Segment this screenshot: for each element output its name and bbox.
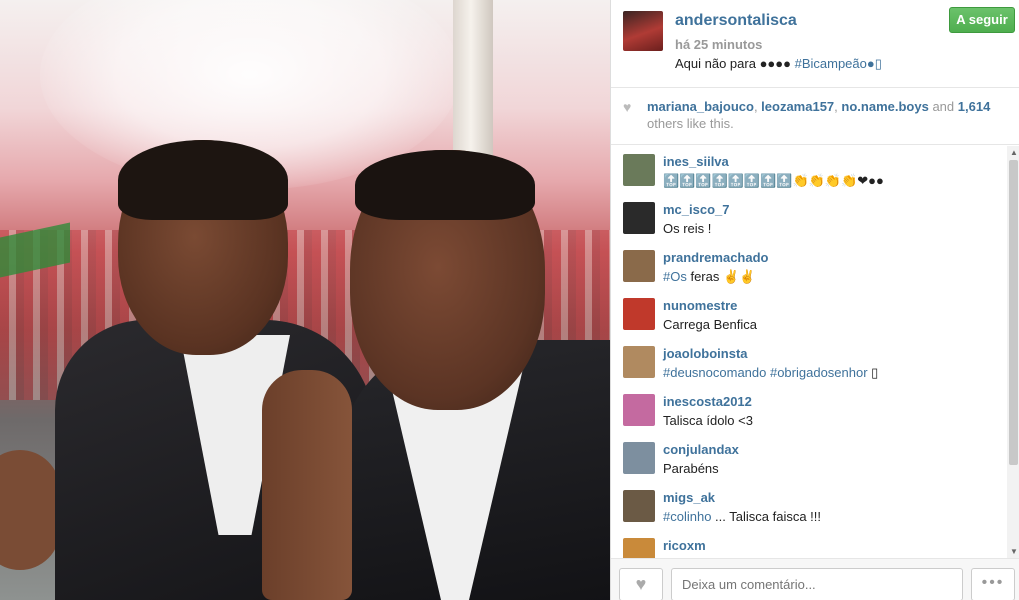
comment-text: Parabéns xyxy=(663,461,719,476)
comment-text: #deusnocomando #obrigadosenhor ▯ xyxy=(663,365,878,381)
commenter-avatar[interactable] xyxy=(623,346,655,378)
comment-body: Carrega Benfica xyxy=(663,317,757,332)
post-header: andersontalisca há 25 minutos Aqui não p… xyxy=(611,0,1019,88)
comments-list: ines_siilva 🔝🔝🔝🔝🔝🔝🔝🔝👏👏👏👏❤●● mc_isco_7 Os re… xyxy=(611,146,1007,558)
likes-count[interactable]: 1,614 xyxy=(958,99,991,114)
comment-body: ▯ xyxy=(867,365,879,380)
comment-body: Parabéns xyxy=(663,461,719,476)
heart-icon: ♥ xyxy=(623,99,632,115)
commenter-username[interactable]: migs_ak xyxy=(663,490,715,505)
commenter-username[interactable]: mc_isco_7 xyxy=(663,202,730,217)
commenter-username[interactable]: prandremachado xyxy=(663,250,768,265)
comment-item: nunomestre Carrega Benfica xyxy=(623,290,1003,338)
comment-item: joaoloboinsta #deusnocomando #obrigadosen… xyxy=(623,338,1003,386)
comment-text: #Os feras ✌✌ xyxy=(663,269,755,285)
comment-item: mc_isco_7 Os reis ! xyxy=(623,194,1003,242)
comment-item: inescosta2012 Talisca ídolo <3 xyxy=(623,386,1003,434)
comment-body: ... Talisca faisca !!! xyxy=(711,509,822,524)
post-caption: Aqui não para ●●●● #Bicampeão●▯ xyxy=(675,56,882,72)
comment-item: ricoxm xyxy=(623,530,1003,558)
commenter-avatar[interactable] xyxy=(623,250,655,282)
photo-left-hand xyxy=(0,450,60,570)
commenter-username[interactable]: conjulandax xyxy=(663,442,739,457)
commenter-avatar[interactable] xyxy=(623,538,655,558)
commenter-avatar[interactable] xyxy=(623,154,655,186)
caption-hashtag[interactable]: #Bicampeão xyxy=(795,56,867,71)
photo-person-left-hair xyxy=(118,140,288,220)
heart-icon: ♥ xyxy=(635,574,647,594)
owner-avatar[interactable] xyxy=(623,11,663,51)
likes-text: mariana_bajouco, leozama157, no.name.boy… xyxy=(647,99,991,131)
like-button[interactable]: ♥ xyxy=(619,568,663,600)
comment-text: 🔝🔝🔝🔝🔝🔝🔝🔝👏👏👏👏❤●● xyxy=(663,173,884,189)
liker-1[interactable]: mariana_bajouco xyxy=(647,99,754,114)
photo-person-right-hair xyxy=(355,150,535,220)
commenter-username[interactable]: ricoxm xyxy=(663,538,706,553)
commenter-username[interactable]: nunomestre xyxy=(663,298,737,313)
commenter-avatar[interactable] xyxy=(623,298,655,330)
comment-input[interactable] xyxy=(671,568,963,600)
commenter-avatar[interactable] xyxy=(623,202,655,234)
photo-peace-sign-hand xyxy=(262,370,352,600)
comments-scrollbar[interactable]: ▲ ▼ xyxy=(1007,146,1019,558)
comment-item: migs_ak #colinho ... Talisca faisca !!! xyxy=(623,482,1003,530)
follow-button[interactable]: A seguir xyxy=(949,7,1015,33)
comment-body: 🔝🔝🔝🔝🔝🔝🔝🔝👏👏👏👏❤●● xyxy=(663,173,884,188)
commenter-username[interactable]: joaoloboinsta xyxy=(663,346,748,361)
comment-hashtag[interactable]: #Os xyxy=(663,269,687,284)
comment-body: feras ✌✌ xyxy=(686,269,756,284)
scrollbar-thumb[interactable] xyxy=(1009,160,1018,465)
comment-item: prandremachado #Os feras ✌✌ xyxy=(623,242,1003,290)
comment-text: Talisca ídolo <3 xyxy=(663,413,753,428)
likes-suffix: others like this. xyxy=(647,116,734,131)
commenter-username[interactable]: inescosta2012 xyxy=(663,394,752,409)
post-timestamp[interactable]: há 25 minutos xyxy=(675,37,762,52)
comment-hashtag[interactable]: #colinho xyxy=(663,509,711,524)
scroll-up-icon[interactable]: ▲ xyxy=(1010,148,1018,157)
post-photo[interactable] xyxy=(0,0,610,600)
ellipsis-icon: ••• xyxy=(981,574,1005,591)
commenter-username[interactable]: ines_siilva xyxy=(663,154,729,169)
comment-item: conjulandax Parabéns xyxy=(623,434,1003,482)
comment-text: #colinho ... Talisca faisca !!! xyxy=(663,509,821,524)
comment-text: Carrega Benfica xyxy=(663,317,757,332)
post-side-panel: andersontalisca há 25 minutos Aqui não p… xyxy=(610,0,1019,600)
photo-pole xyxy=(453,0,493,170)
owner-username[interactable]: andersontalisca xyxy=(675,12,797,30)
more-options-button[interactable]: ••• xyxy=(971,568,1015,600)
liker-3[interactable]: no.name.boys xyxy=(841,99,928,114)
likes-summary: ♥ mariana_bajouco, leozama157, no.name.b… xyxy=(611,88,1019,145)
comment-footer: ♥ ••• xyxy=(611,558,1019,600)
comment-text: Os reis ! xyxy=(663,221,711,236)
caption-text: Aqui não para ●●●● xyxy=(675,56,795,71)
likes-and: and xyxy=(932,99,955,114)
comment-body: Os reis ! xyxy=(663,221,712,236)
commenter-avatar[interactable] xyxy=(623,490,655,522)
caption-tail: ●▯ xyxy=(866,56,882,71)
comment-body: Talisca ídolo <3 xyxy=(663,413,753,428)
liker-2[interactable]: leozama157 xyxy=(761,99,834,114)
comment-item: ines_siilva 🔝🔝🔝🔝🔝🔝🔝🔝👏👏👏👏❤●● xyxy=(623,146,1003,194)
scroll-down-icon[interactable]: ▼ xyxy=(1010,547,1018,556)
commenter-avatar[interactable] xyxy=(623,394,655,426)
commenter-avatar[interactable] xyxy=(623,442,655,474)
comment-hashtag[interactable]: #deusnocomando #obrigadosenhor xyxy=(663,365,868,380)
